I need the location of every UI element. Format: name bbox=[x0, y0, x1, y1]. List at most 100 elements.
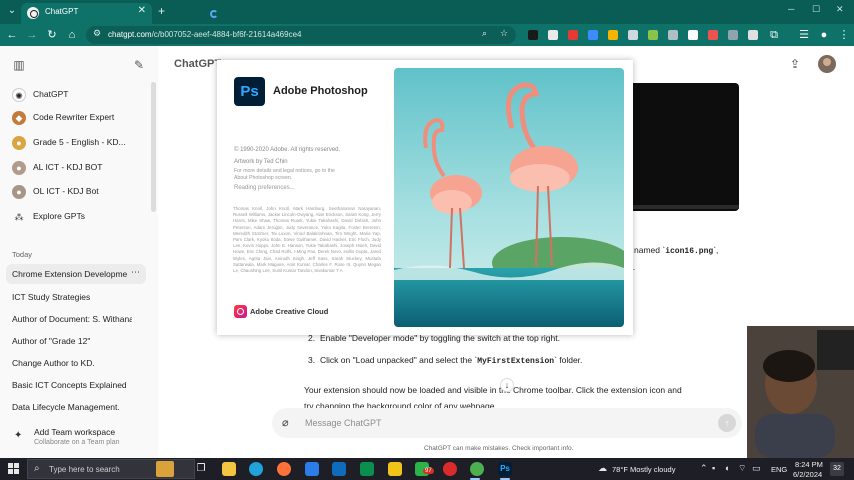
sidebar-item-al-ict[interactable]: ● AL ICT - KDJ BOT bbox=[6, 158, 146, 178]
reading-list-icon[interactable]: ☰ bbox=[796, 27, 812, 43]
legal-line: For more details and legal notices, go t… bbox=[234, 168, 335, 174]
minimize-icon[interactable]: ─ bbox=[788, 4, 794, 14]
extension-white-icon[interactable] bbox=[688, 30, 698, 40]
firefox-icon[interactable] bbox=[277, 462, 291, 476]
sidebar-item-code-rewriter[interactable]: ◆ Code Rewriter Expert bbox=[6, 108, 146, 128]
mail-icon[interactable] bbox=[332, 462, 346, 476]
history-item[interactable]: ICT Study Strategies bbox=[6, 287, 146, 307]
extension-grid-icon[interactable] bbox=[668, 30, 678, 40]
search-highlight-icon bbox=[156, 461, 174, 477]
sidebar-item-grade5[interactable]: ● Grade 5 - English - KD... bbox=[6, 133, 146, 153]
history-item[interactable]: Author of Document: S. Withanag bbox=[6, 309, 146, 329]
taskbar-search-box[interactable]: ⌕ Type here to search bbox=[27, 459, 195, 479]
history-item-chrome-extension[interactable]: Chrome Extension Developme ⋯ bbox=[6, 264, 146, 284]
new-tab-button[interactable]: + bbox=[158, 4, 165, 18]
network-icon[interactable]: ⌔ bbox=[738, 463, 746, 474]
history-item[interactable]: Author of "Grade 12" bbox=[6, 331, 146, 351]
extension-green-icon[interactable] bbox=[648, 30, 658, 40]
close-icon[interactable]: ✕ bbox=[138, 5, 146, 16]
extension-record-icon[interactable] bbox=[708, 30, 718, 40]
copyright: © 1990-2020 Adobe. All rights reserved. bbox=[234, 147, 341, 153]
windows-start-icon[interactable] bbox=[8, 463, 20, 475]
attach-paperclip-icon[interactable]: ⌀ bbox=[282, 416, 289, 429]
scroll-down-arrow-icon[interactable]: ↓ bbox=[500, 378, 514, 392]
notification-badge: 97 bbox=[423, 468, 434, 474]
notification-center-button[interactable]: 32 bbox=[830, 462, 844, 476]
maximize-icon[interactable]: ☐ bbox=[812, 4, 820, 15]
new-chat-icon[interactable]: ✎ bbox=[132, 58, 146, 72]
sidebar-scrollbar[interactable] bbox=[151, 82, 156, 212]
weather-text[interactable]: 78°F Mostly cloudy bbox=[612, 465, 675, 474]
extension-doc-icon[interactable] bbox=[748, 30, 758, 40]
history-item-label: ICT Study Strategies bbox=[12, 292, 91, 302]
step-text: Click on "Load unpacked" and select the … bbox=[320, 355, 478, 365]
edge-icon[interactable] bbox=[249, 462, 263, 476]
sidebar-toggle-icon[interactable]: ▥ bbox=[12, 58, 26, 72]
clock-time[interactable]: 8:24 PM bbox=[795, 460, 823, 469]
message-composer[interactable]: ⌀ Message ChatGPT ↑ bbox=[272, 408, 742, 438]
disclaimer: ChatGPT can make mistakes. Check importa… bbox=[424, 445, 574, 452]
volume-icon[interactable]: ◖ bbox=[724, 463, 729, 473]
sidebar-item-explore-gpts[interactable]: ⁂ Explore GPTs bbox=[6, 207, 146, 227]
sidebar-item-chatgpt[interactable]: ✺ ChatGPT bbox=[6, 85, 146, 105]
clock-date[interactable]: 6/2/2024 bbox=[793, 470, 822, 479]
security-icon[interactable]: ▪ bbox=[712, 463, 715, 473]
site-info-icon[interactable]: ⚙ bbox=[93, 28, 101, 39]
chrome-icon[interactable] bbox=[470, 462, 484, 476]
history-item[interactable]: Change Author to KD. bbox=[6, 353, 146, 373]
reload-icon[interactable]: ↻ bbox=[44, 27, 60, 43]
history-item[interactable]: Data Lifecycle Management. bbox=[6, 397, 146, 417]
chrome-red-icon[interactable] bbox=[443, 462, 457, 476]
send-arrow-icon[interactable]: ↑ bbox=[718, 414, 736, 432]
extension-blue-icon[interactable] bbox=[588, 30, 598, 40]
input-language[interactable]: ENG bbox=[771, 465, 787, 474]
zoom-icon[interactable]: ⌕ bbox=[482, 28, 487, 39]
tab-chatgpt[interactable]: ChatGPT ✕ bbox=[21, 3, 152, 24]
extension-dark-icon[interactable] bbox=[548, 30, 558, 40]
search-input[interactable]: Type here to search bbox=[49, 465, 120, 474]
extension-yellow-icon[interactable] bbox=[608, 30, 618, 40]
task-view-icon[interactable]: ❐ bbox=[194, 462, 208, 476]
extension-red-icon[interactable] bbox=[568, 30, 578, 40]
extension-pen-icon[interactable] bbox=[528, 30, 538, 40]
photoshop-taskbar-icon[interactable]: Ps bbox=[498, 462, 512, 476]
photoshop-logo: Ps bbox=[234, 77, 265, 106]
file-explorer-icon[interactable] bbox=[222, 462, 236, 476]
home-icon[interactable]: ⌂ bbox=[64, 27, 80, 43]
tab-search-icon[interactable]: ⌄ bbox=[4, 3, 20, 19]
chatgpt-sidebar: ▥ ✎ ✺ ChatGPT ◆ Code Rewriter Expert ● G… bbox=[0, 46, 158, 458]
sidebar-item-ol-ict[interactable]: ● OL ICT - KDJ Bot bbox=[6, 182, 146, 202]
browser-menu-icon[interactable]: ⋮ bbox=[836, 27, 852, 43]
url-field[interactable]: ⚙ chatgpt.com/c/b007052-aeef-4884-bf6f-2… bbox=[86, 26, 516, 44]
bluetooth-app-icon[interactable] bbox=[305, 462, 319, 476]
openai-icon bbox=[27, 7, 39, 19]
tray-overflow-icon[interactable]: ⌃ bbox=[700, 463, 708, 474]
avatar[interactable] bbox=[818, 55, 836, 73]
excel-icon[interactable] bbox=[360, 462, 374, 476]
extension-box-icon[interactable] bbox=[728, 30, 738, 40]
sticky-notes-icon[interactable] bbox=[388, 462, 402, 476]
history-item[interactable]: Basic ICT Concepts Explained bbox=[6, 375, 146, 395]
inline-code: MyFirstExtension bbox=[477, 357, 555, 366]
model-selector[interactable]: ChatGPT bbox=[174, 58, 221, 70]
sidebar-item-label: Grade 5 - English - KD... bbox=[33, 137, 126, 147]
close-window-icon[interactable]: ✕ bbox=[836, 4, 844, 15]
named-tail: `, bbox=[713, 245, 719, 255]
grid-icon: ⁂ bbox=[14, 212, 24, 222]
more-options-icon[interactable]: ⋯ bbox=[131, 267, 140, 278]
back-icon[interactable]: ← bbox=[4, 27, 20, 43]
add-team-workspace-button[interactable]: ✦ Add Team workspace Collaborate on a Te… bbox=[6, 424, 152, 452]
battery-icon[interactable]: ▭ bbox=[752, 463, 761, 474]
profile-avatar-icon[interactable]: ● bbox=[816, 27, 832, 43]
bookmark-star-icon[interactable]: ☆ bbox=[500, 28, 508, 39]
forward-icon[interactable]: → bbox=[24, 27, 40, 43]
browser-title-bar: ⌄ ChatGPT ✕ + ─ ☐ ✕ bbox=[0, 0, 854, 24]
message-input[interactable]: Message ChatGPT bbox=[305, 418, 382, 428]
share-icon[interactable]: ⇪ bbox=[790, 57, 800, 71]
legal-line: About Photoshop screen. bbox=[234, 175, 293, 181]
url-host: chatgpt.com bbox=[108, 30, 152, 39]
monitor-shape bbox=[817, 330, 854, 370]
extension-shield-icon[interactable] bbox=[628, 30, 638, 40]
extensions-puzzle-icon[interactable]: ⧉ bbox=[766, 27, 782, 43]
sidebar-item-label: OL ICT - KDJ Bot bbox=[33, 186, 99, 196]
